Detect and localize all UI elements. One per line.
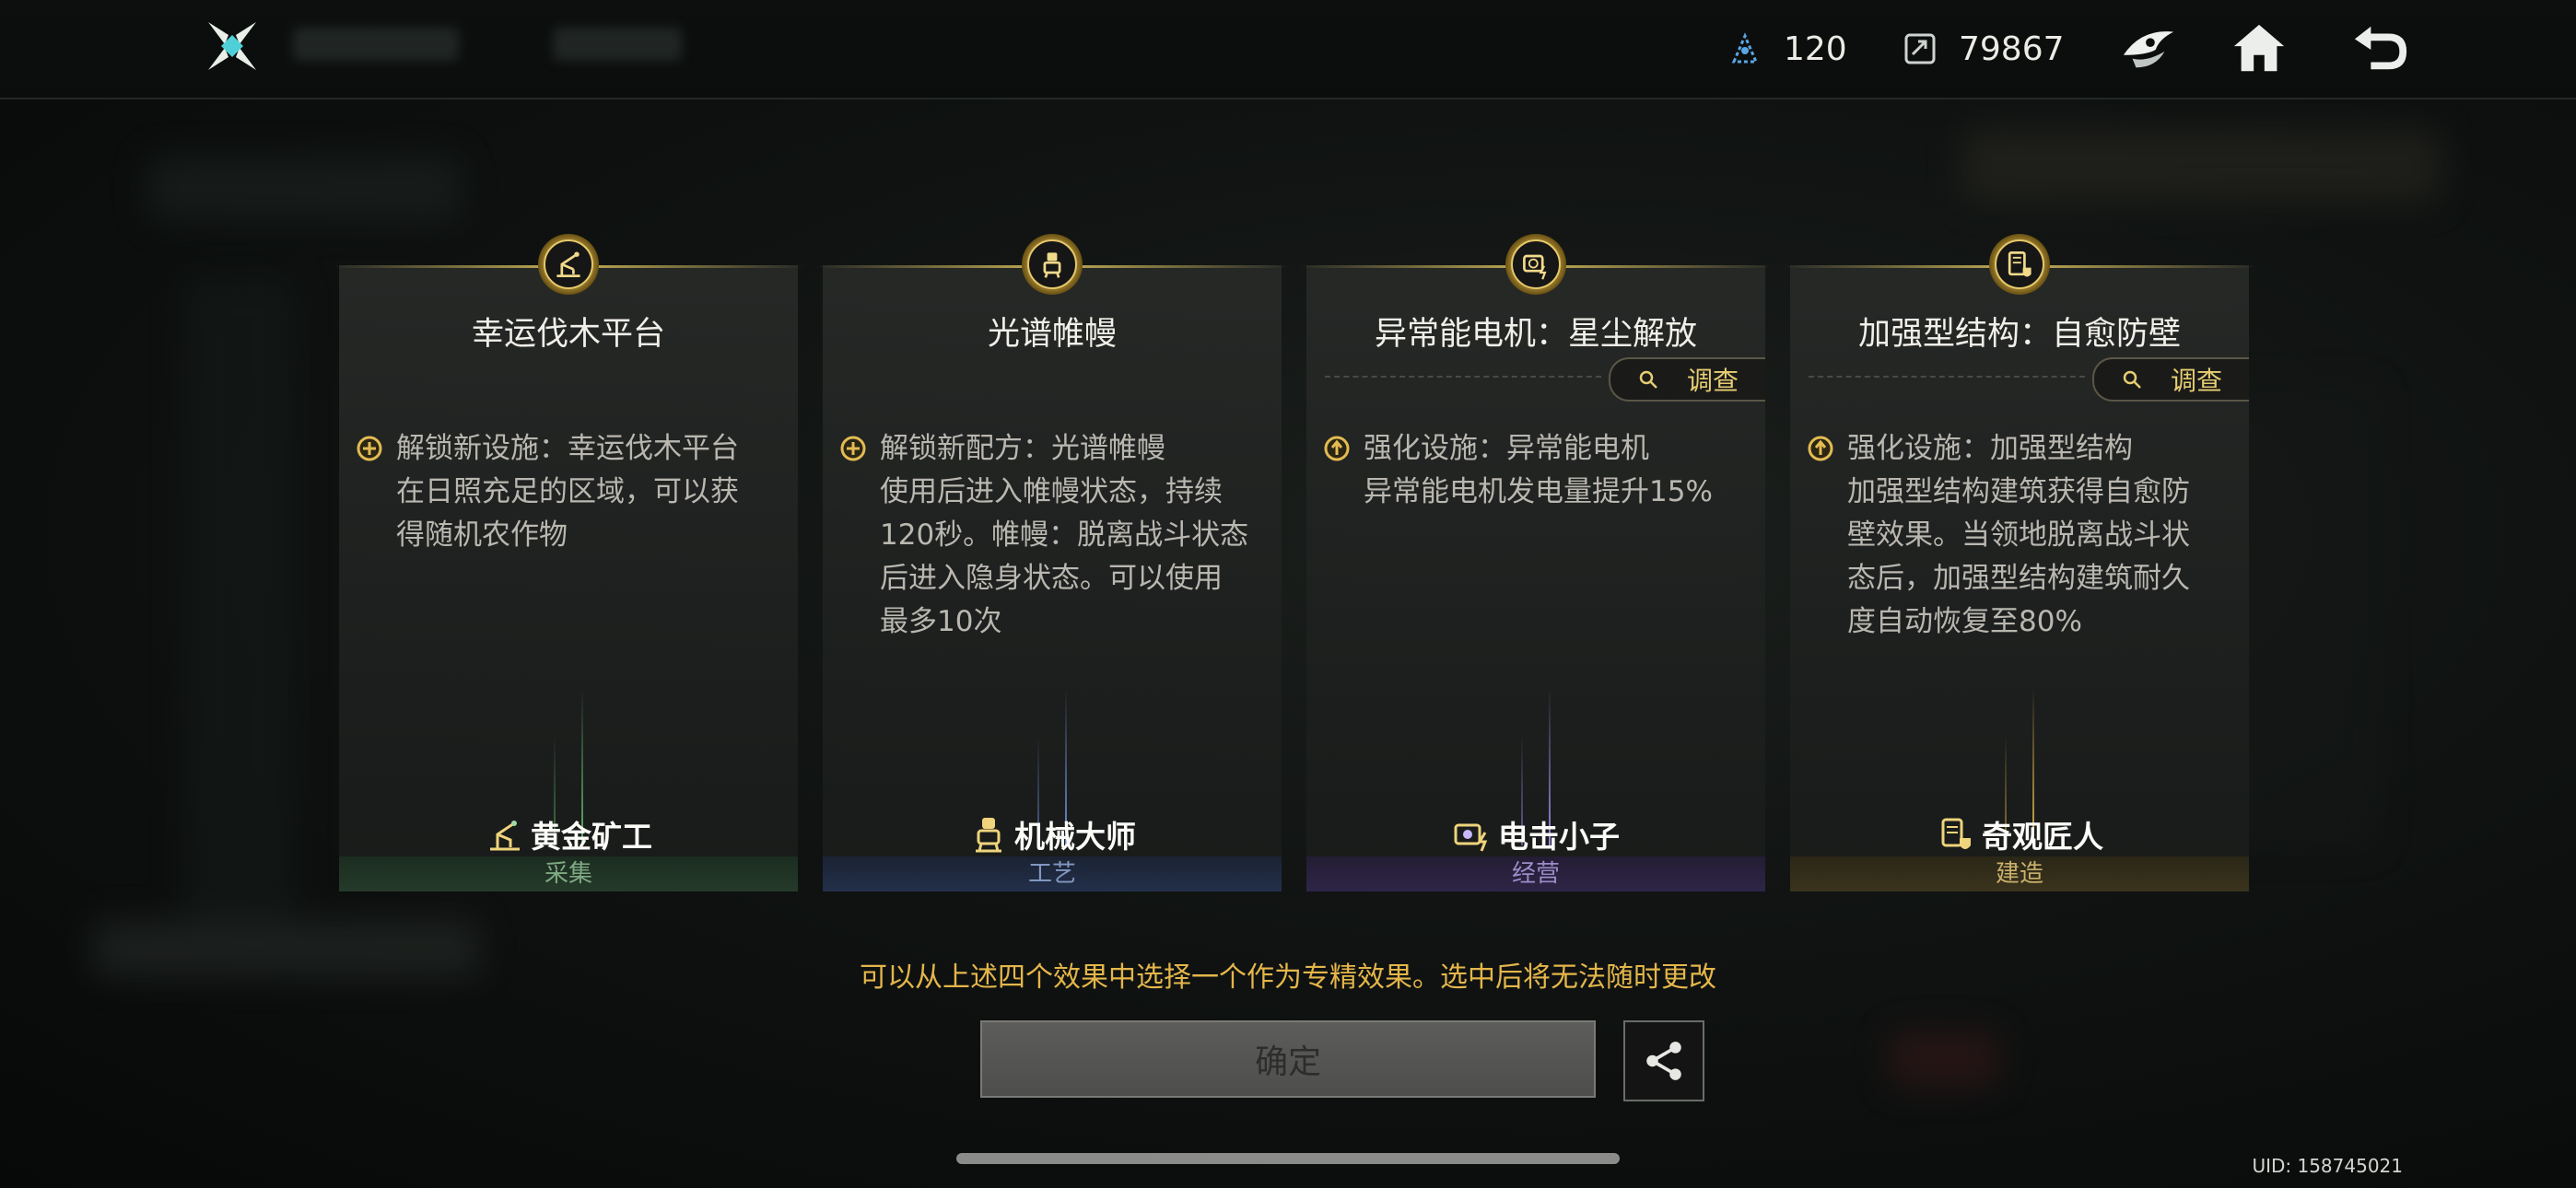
user-id: UID: 158745021	[2252, 1155, 2403, 1177]
energy-crystal-icon	[1731, 32, 1759, 64]
card-title: 加强型结构：自愈防壁	[1857, 316, 2181, 353]
effect-card-reinforced-structure[interactable]: 加强型结构：自愈防壁 调查 强化设施：加强型结构 加强型结构建筑获得自愈防 壁效…	[1783, 234, 2256, 891]
energy-currency: 120	[1727, 22, 1847, 76]
card-medal	[1989, 234, 2050, 295]
guild-emblem-icon[interactable]	[2115, 15, 2182, 81]
card-description: 强化设施：异常能电机 异常能电机发电量提升15%	[1323, 427, 1749, 514]
desc-line-1: 强化设施：加强型结构	[1847, 432, 2133, 465]
card-medal	[1022, 234, 1083, 295]
card-title: 幸运伐木平台	[471, 316, 665, 353]
investigate-label: 调查	[2170, 366, 2222, 396]
desc-body: 异常能电机发电量提升15%	[1364, 475, 1713, 508]
ticket-value: 79867	[1959, 29, 2065, 68]
investigate-label: 调查	[1686, 366, 1739, 396]
card-description: 解锁新配方：光谱帷幔 使用后进入帷幔状态，持续 120秒。帷幔：脱离战斗状态 后…	[839, 427, 1265, 644]
category-label: 工艺	[823, 856, 1282, 891]
role-label: 机械大师	[823, 812, 1282, 856]
logging-crane-icon	[556, 251, 580, 277]
desc-body: 在日照充足的区域，可以获 得随机农作物	[396, 475, 739, 552]
desc-line-1: 强化设施：异常能电机	[1364, 432, 1649, 465]
role-name: 电击小子	[1498, 819, 1620, 855]
card-title: 光谱帷幔	[987, 316, 1117, 353]
home-indicator[interactable]	[956, 1153, 1620, 1164]
card-medal	[1505, 234, 1566, 295]
home-icon[interactable]	[2226, 15, 2292, 81]
energy-value: 120	[1784, 29, 1847, 68]
mechanic-robot-icon	[1043, 252, 1061, 278]
desc-body: 加强型结构建筑获得自愈防 壁效果。当领地脱离战斗状 态后，加强型结构建筑耐久 度…	[1847, 475, 2190, 638]
upgrade-arrow-icon	[1808, 436, 1833, 461]
top-bar: 120 79867	[0, 0, 2576, 99]
share-button[interactable]	[1623, 1020, 1704, 1101]
category-label: 采集	[339, 856, 798, 891]
selection-hint: 可以从上述四个效果中选择一个作为专精效果。选中后将无法随时更改	[860, 961, 1716, 994]
electric-kid-icon	[1454, 823, 1488, 852]
share-icon	[1646, 1042, 1681, 1080]
card-description: 解锁新设施：幸运伐木平台 在日照充足的区域，可以获 得随机农作物	[356, 427, 781, 557]
desc-line-1: 解锁新配方：光谱帷幔	[880, 432, 1165, 465]
effect-card-anomaly-motor[interactable]: 异常能电机：星尘解放 调查 强化设施：异常能电机 异常能电机发电量提升15% 电…	[1299, 234, 1773, 891]
unlock-plus-icon	[357, 436, 382, 461]
blurred-subtitle	[553, 28, 682, 61]
generator-icon	[1523, 254, 1547, 280]
unlock-plus-icon	[840, 436, 866, 461]
effect-card-spectral-veil[interactable]: 光谱帷幔 解锁新配方：光谱帷幔 使用后进入帷幔状态，持续 120秒。帷幔：脱离战…	[815, 234, 1289, 891]
ticket-currency: 79867	[1902, 22, 2065, 76]
role-name: 奇观匠人	[1982, 819, 2103, 855]
effect-card-lucky-logging[interactable]: 幸运伐木平台 解锁新设施：幸运伐木平台 在日照充足的区域，可以获 得随机农作物 …	[332, 234, 805, 891]
role-name: 机械大师	[1014, 819, 1136, 855]
role-label: 黄金矿工	[339, 812, 798, 856]
game-logo-icon[interactable]	[205, 18, 260, 74]
role-name: 黄金矿工	[531, 819, 652, 855]
investigate-button[interactable]: 调查	[2092, 357, 2249, 402]
confirm-button[interactable]: 确定	[980, 1020, 1596, 1098]
ticket-coin-icon	[1904, 33, 1936, 64]
card-medal	[538, 234, 599, 295]
blurred-title	[293, 28, 459, 61]
card-description: 强化设施：加强型结构 加强型结构建筑获得自愈防 壁效果。当领地脱离战斗状 态后，…	[1807, 427, 2232, 644]
search-icon	[2123, 370, 2141, 389]
card-divider	[1809, 376, 2085, 378]
desc-body: 使用后进入帷幔状态，持续 120秒。帷幔：脱离战斗状态 后进入隐身状态。可以使用…	[880, 475, 1249, 638]
wonder-craftsman-icon	[1941, 818, 1971, 849]
category-label: 建造	[1790, 856, 2249, 891]
mechanic-master-icon	[976, 818, 1001, 853]
investigate-button[interactable]: 调查	[1609, 357, 1765, 402]
upgrade-arrow-icon	[1324, 436, 1350, 461]
category-label: 经营	[1306, 856, 1765, 891]
role-label: 奇观匠人	[1790, 812, 2249, 856]
desc-line-1: 解锁新设施：幸运伐木平台	[396, 432, 739, 465]
search-icon	[1639, 370, 1657, 389]
shield-wall-icon	[2008, 251, 2032, 277]
gold-miner-icon	[490, 821, 520, 851]
back-icon[interactable]	[2348, 15, 2414, 81]
card-divider	[1325, 376, 1601, 378]
role-label: 电击小子	[1306, 812, 1765, 856]
card-title: 异常能电机：星尘解放	[1374, 316, 1697, 353]
